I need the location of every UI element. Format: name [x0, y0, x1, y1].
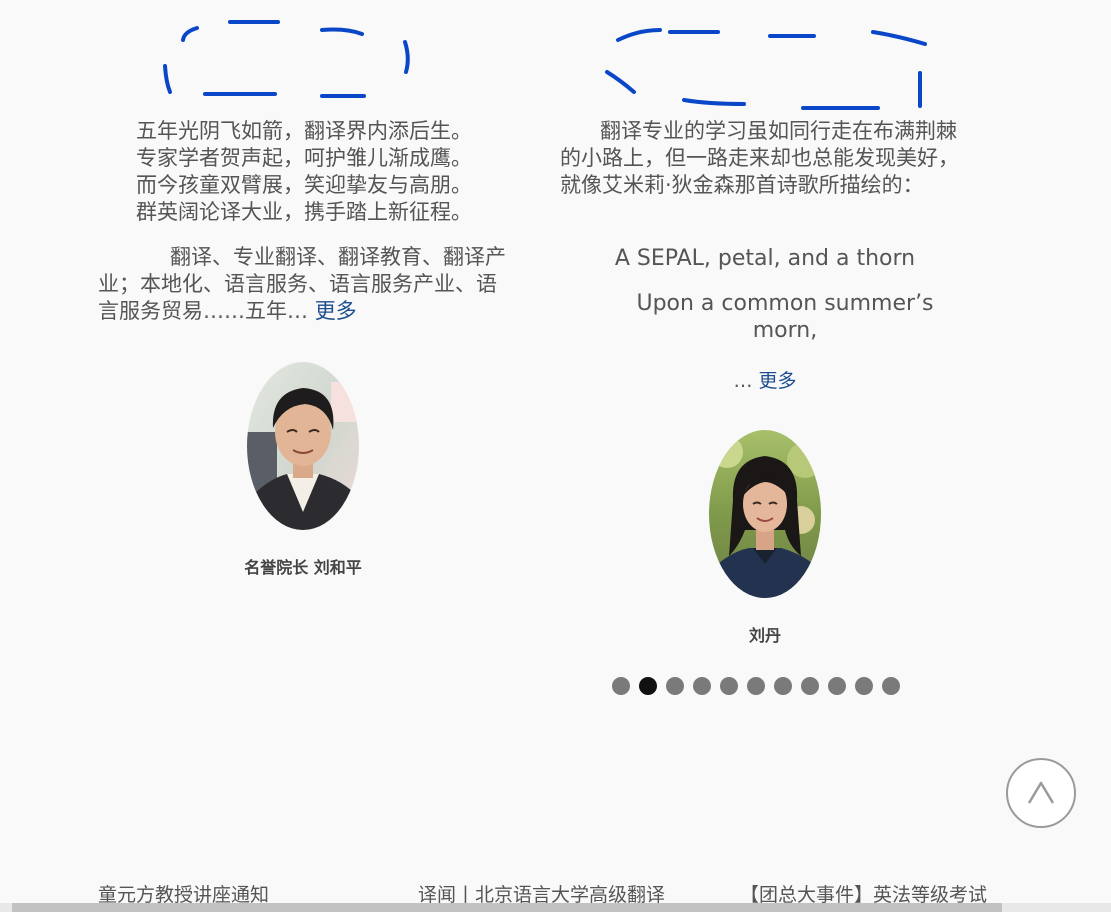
chevron-up-icon: [1027, 781, 1055, 804]
back-to-top-button[interactable]: [1006, 758, 1076, 828]
left-caption: 名誉院长 刘和平: [244, 558, 362, 577]
liu-dan-portrait: [709, 430, 821, 598]
scrollbar-thumb[interactable]: [12, 903, 1002, 912]
carousel-dot[interactable]: [828, 677, 846, 695]
poem-line: 专家学者贺声起，呵护雏儿渐成鹰。: [136, 146, 472, 170]
carousel-dot-active[interactable]: [639, 677, 657, 695]
page: 五年光阴飞如箭，翻译界内添后生。 专家学者贺声起，呵护雏儿渐成鹰。 而今孩童双臂…: [0, 0, 1111, 912]
left-poem: 五年光阴飞如箭，翻译界内添后生。 专家学者贺声起，呵护雏儿渐成鹰。 而今孩童双臂…: [98, 118, 510, 226]
quote-line-1: A SEPAL, petal, and a thorn: [614, 246, 916, 271]
poem-line: 而今孩童双臂展，笑迎挚友与高朋。: [136, 173, 472, 197]
poem-line: 五年光阴飞如箭，翻译界内添后生。: [136, 119, 472, 143]
right-ellipsis: …: [733, 370, 753, 392]
right-excerpt: 翻译专业的学习虽如同行走在布满荆棘的小路上，但一路走来却也总能发现美好，就像艾米…: [560, 119, 959, 197]
carousel-dot[interactable]: [693, 677, 711, 695]
carousel-dot[interactable]: [801, 677, 819, 695]
carousel-dot[interactable]: [855, 677, 873, 695]
carousel-dot[interactable]: [747, 677, 765, 695]
left-excerpt-text: 翻译、专业翻译、翻译教育、翻译产业；本地化、语言服务、语言服务产业、语言服务贸易…: [98, 245, 506, 323]
liu-heping-portrait: [247, 362, 359, 530]
carousel-dot[interactable]: [882, 677, 900, 695]
right-title-scribble: [605, 28, 927, 110]
poem-line: 群英阔论译大业，携手踏上新征程。: [136, 200, 472, 224]
right-more-link[interactable]: 更多: [759, 370, 797, 392]
right-more-row: … 更多: [560, 366, 970, 393]
carousel-dot[interactable]: [720, 677, 738, 695]
liu-heping-photo: [247, 362, 359, 530]
carousel-dot[interactable]: [774, 677, 792, 695]
left-more-link[interactable]: 更多: [315, 299, 357, 323]
left-title-scribble: [163, 20, 410, 98]
carousel-dot[interactable]: [666, 677, 684, 695]
carousel-dot[interactable]: [612, 677, 630, 695]
horizontal-scrollbar[interactable]: [0, 903, 1111, 912]
liu-dan-photo: [709, 430, 821, 598]
left-excerpt: 翻译、专业翻译、翻译教育、翻译产业；本地化、语言服务、语言服务产业、语言服务贸易…: [98, 244, 512, 325]
carousel-pagination: [612, 677, 900, 695]
right-caption: 刘丹: [748, 626, 781, 645]
quote-line-2: Upon a common summer’s morn,: [636, 291, 934, 343]
